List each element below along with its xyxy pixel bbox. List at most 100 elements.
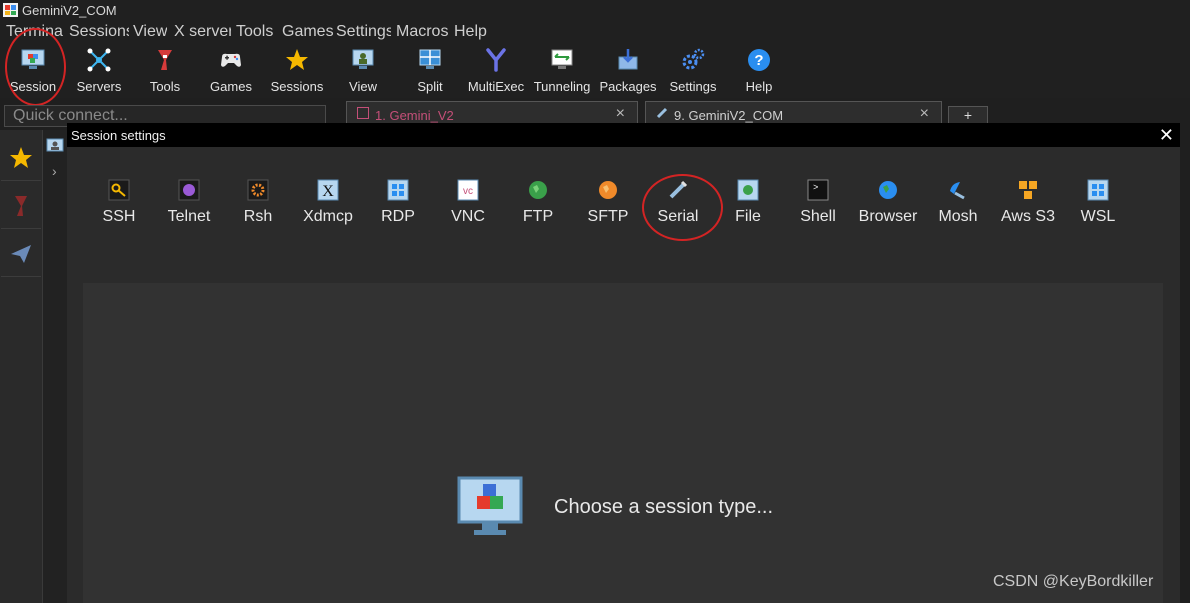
highlight-ring-serial (642, 174, 723, 241)
tab-geminiv2-com[interactable]: 9. GeminiV2_COM × (645, 101, 942, 125)
settings-button[interactable]: Settings (660, 44, 726, 96)
ssh-key-icon (108, 179, 130, 201)
star-icon (10, 147, 32, 168)
session-monitor-icon (457, 476, 523, 535)
tab-close-icon[interactable]: × (920, 105, 929, 123)
tab-close-icon[interactable]: × (616, 105, 625, 123)
tab-gemini-v2[interactable]: 1. Gemini_V2 × (346, 101, 638, 125)
multiexec-button[interactable]: MultiExec (463, 44, 529, 96)
menu-view[interactable]: View (133, 23, 167, 41)
games-icon (221, 53, 241, 67)
split-button[interactable]: Split (397, 44, 463, 96)
svg-text:>: > (813, 183, 818, 193)
menu-tools[interactable]: Tools (236, 23, 273, 41)
session-type-shell[interactable]: > Shell (785, 179, 851, 231)
help-button[interactable]: ? Help (726, 44, 792, 96)
session-type-file[interactable]: File (715, 179, 781, 231)
session-type-label: WSL (1080, 208, 1116, 225)
session-type-mosh[interactable]: Mosh (925, 179, 991, 231)
view-label: View (349, 79, 377, 94)
sidebar-sessions[interactable] (1, 134, 41, 181)
session-type-label: FTP (522, 208, 554, 225)
session-type-ftp[interactable]: FTP (505, 179, 571, 231)
session-type-ssh[interactable]: SSH (86, 179, 152, 231)
session-settings-dialog: Session settings ✕ SSH Telnet Rsh X Xdmc… (67, 123, 1180, 603)
vnc-icon: vc (457, 179, 479, 201)
sidebar-send[interactable] (1, 230, 41, 277)
sessions-button[interactable]: Sessions (264, 44, 330, 96)
tab-serial-icon (656, 107, 668, 119)
sidebar-tools[interactable] (1, 182, 41, 229)
session-type-label: VNC (451, 208, 485, 225)
sessions-star-icon (286, 49, 308, 70)
tunneling-button[interactable]: Tunneling (529, 44, 595, 96)
view-button[interactable]: View (330, 44, 396, 96)
sftp-globe-icon (599, 181, 617, 199)
dialog-header: Session settings ✕ (67, 123, 1180, 147)
browser-globe-icon (879, 181, 897, 199)
session-type-label: Mosh (938, 208, 978, 225)
session-type-aws-s3[interactable]: Aws S3 (995, 179, 1061, 231)
session-type-rdp[interactable]: RDP (365, 179, 431, 231)
tab-label: 1. Gemini_V2 (375, 108, 454, 123)
session-type-vnc[interactable]: vc VNC (435, 179, 501, 231)
file-icon (737, 179, 759, 201)
session-type-label: SSH (102, 208, 136, 225)
session-type-label: File (735, 208, 761, 225)
xdmcp-icon: X (317, 179, 339, 201)
tools-label: Tools (149, 79, 181, 94)
games-button[interactable]: Games (198, 44, 264, 96)
packages-button[interactable]: Packages (595, 44, 661, 96)
multiexec-icon (486, 48, 506, 72)
tunneling-icon (551, 49, 573, 69)
paper-plane-icon (11, 245, 31, 263)
user-session-icon (46, 138, 64, 152)
wsl-windows-icon (1087, 179, 1109, 201)
session-type-xdmcp[interactable]: X Xdmcp (295, 179, 361, 231)
rdp-windows-icon (387, 179, 409, 201)
session-type-rsh[interactable]: Rsh (225, 179, 291, 231)
app-logo-icon (3, 3, 18, 17)
watermark: CSDN @KeyBordkiller (993, 573, 1154, 590)
telnet-icon (178, 179, 200, 201)
title-bar: GeminiV2_COM (0, 0, 1190, 22)
shell-icon: > (807, 179, 829, 201)
choose-session-prompt: Choose a session type... (554, 496, 774, 518)
rsh-icon (247, 179, 269, 201)
split-label: Split (417, 79, 443, 94)
packages-icon (618, 49, 638, 70)
knife-icon (15, 196, 27, 216)
ftp-globe-icon (529, 181, 547, 199)
session-type-wsl[interactable]: WSL (1065, 179, 1131, 231)
servers-button[interactable]: Servers (66, 44, 132, 96)
menu-games[interactable]: Games (282, 23, 334, 41)
menu-bar: Termina Sessions View X server Tools Gam… (0, 22, 1190, 42)
window-title: GeminiV2_COM (22, 3, 117, 18)
session-type-sftp[interactable]: SFTP (575, 179, 641, 231)
svg-text:X: X (322, 183, 334, 200)
dialog-close-icon[interactable]: ✕ (1159, 125, 1174, 146)
session-type-content-area: Choose a session type... (83, 283, 1163, 603)
session-type-label: Rsh (243, 208, 273, 225)
menu-sessions[interactable]: Sessions (69, 23, 129, 41)
tools-button[interactable]: Tools (132, 44, 198, 96)
expand-chevron-icon[interactable]: › (52, 163, 57, 179)
menu-macros[interactable]: Macros (396, 23, 450, 41)
session-type-browser[interactable]: Browser (855, 179, 921, 231)
mosh-satellite-icon (950, 182, 965, 200)
tools-icon (158, 50, 172, 70)
session-type-label: Telnet (167, 208, 211, 225)
session-tree-column: › (43, 130, 67, 603)
help-icon: ? (748, 49, 770, 71)
new-tab-button[interactable]: + (948, 106, 988, 124)
session-type-telnet[interactable]: Telnet (156, 179, 222, 231)
dialog-title: Session settings (71, 128, 166, 143)
svg-text:vc: vc (463, 186, 473, 197)
tab-terminal-icon (357, 107, 369, 119)
menu-settings[interactable]: Settings (336, 23, 391, 41)
menu-x-server[interactable]: X server (174, 23, 231, 41)
session-type-label: Xdmcp (303, 208, 353, 225)
split-icon (419, 49, 441, 69)
packages-label: Packages (599, 79, 657, 94)
menu-help[interactable]: Help (454, 23, 487, 41)
